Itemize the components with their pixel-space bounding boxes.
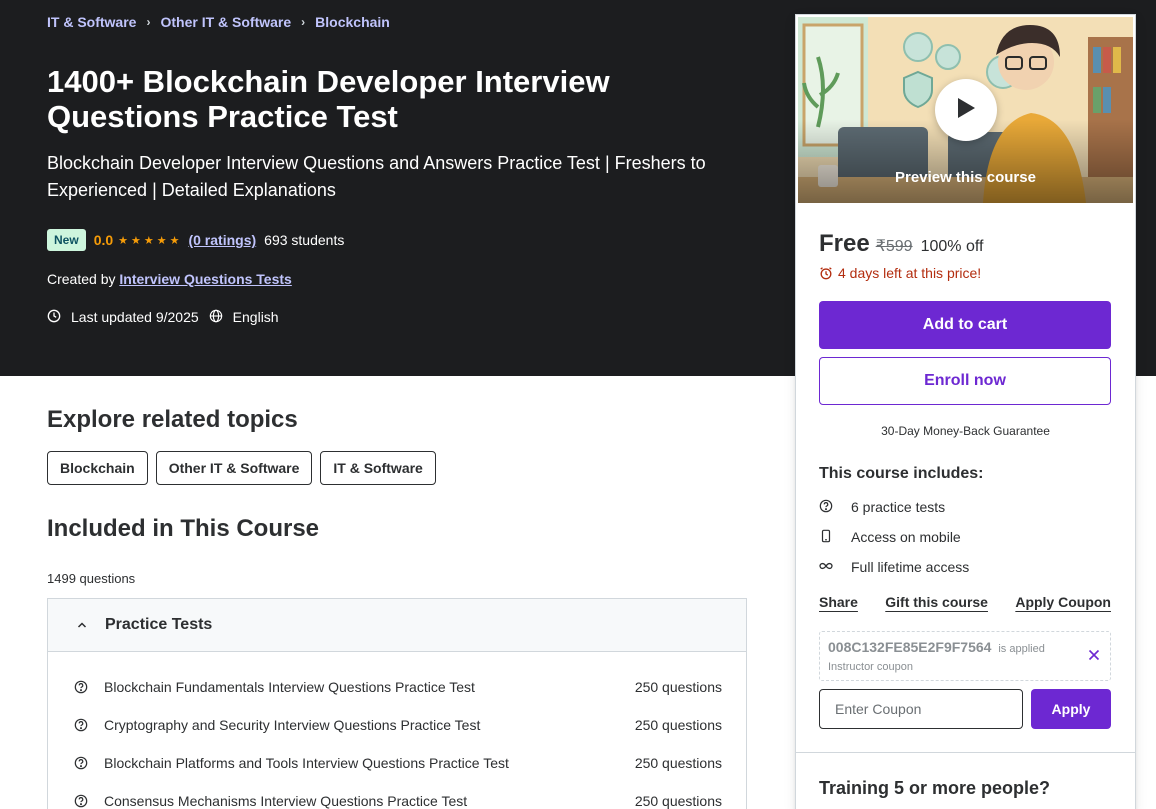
include-text: Access on mobile <box>851 529 961 545</box>
training-title: Training 5 or more people? <box>819 778 1051 798</box>
course-subtitle: Blockchain Developer Interview Questions… <box>47 153 706 200</box>
add-to-cart-button[interactable]: Add to cart <box>819 301 1111 349</box>
breadcrumb-other-it-software[interactable]: Other IT & Software <box>160 14 291 30</box>
play-icon <box>955 96 977 125</box>
question-circle-icon <box>74 794 88 808</box>
practice-tests-header[interactable]: Practice Tests <box>48 599 746 652</box>
chevron-up-icon <box>76 619 88 631</box>
applied-coupon: 008C132FE85E2F9F7564 is applied Instruct… <box>819 631 1111 681</box>
share-link[interactable]: Share <box>819 594 858 610</box>
test-name: Consensus Mechanisms Interview Questions… <box>104 793 468 809</box>
enroll-now-button[interactable]: Enroll now <box>819 357 1111 405</box>
apply-coupon-button[interactable]: Apply <box>1031 689 1111 729</box>
course-title: 1400+ Blockchain Developer Interview Que… <box>47 64 610 134</box>
test-row[interactable]: Consensus Mechanisms Interview Questions… <box>48 782 746 809</box>
timer-text: 4 days left at this price! <box>838 265 982 281</box>
topic-it-software[interactable]: IT & Software <box>320 451 436 485</box>
question-circle-icon <box>74 718 88 732</box>
include-item: 6 practice tests <box>819 499 945 515</box>
divider <box>796 752 1135 753</box>
question-count: 1499 questions <box>47 571 136 586</box>
price-timer: 4 days left at this price! <box>819 265 981 281</box>
test-question-count: 250 questions <box>634 679 722 695</box>
breadcrumb-blockchain[interactable]: Blockchain <box>315 14 390 30</box>
rating-row: New 0.0 ★★★★★ (0 ratings) 693 students <box>47 229 344 251</box>
money-back-guarantee: 30-Day Money-Back Guarantee <box>881 424 1050 438</box>
related-topics: Blockchain Other IT & Software IT & Soft… <box>47 451 436 485</box>
created-by: Created by Interview Questions Tests <box>47 271 292 287</box>
close-icon[interactable] <box>1087 648 1101 662</box>
chevron-right-icon: › <box>146 15 151 29</box>
mobile-icon <box>819 529 835 545</box>
discount-percent: 100% off <box>920 238 984 255</box>
ratings-link[interactable]: (0 ratings) <box>188 232 256 248</box>
section-label: Practice Tests <box>105 616 213 633</box>
included-title: Included in This Course <box>47 515 320 542</box>
preview-label: Preview this course <box>895 169 1036 186</box>
test-row[interactable]: Blockchain Platforms and Tools Interview… <box>48 744 746 782</box>
include-text: Full lifetime access <box>851 559 970 575</box>
test-name: Cryptography and Security Interview Ques… <box>104 717 481 733</box>
coupon-type: Instructor coupon <box>828 661 913 673</box>
purchase-sidebar: Preview this course Free ₹599 100% off 4… <box>795 14 1136 809</box>
coupon-input[interactable] <box>819 689 1023 729</box>
question-circle-icon <box>74 680 88 694</box>
breadcrumb-it-software[interactable]: IT & Software <box>47 14 136 30</box>
globe-icon <box>209 309 225 325</box>
topic-blockchain[interactable]: Blockchain <box>47 451 148 485</box>
instructor-link[interactable]: Interview Questions Tests <box>119 271 291 287</box>
student-count: 693 students <box>264 232 345 248</box>
last-updated: Last updated 9/2025 <box>71 309 199 325</box>
topic-other-it-software[interactable]: Other IT & Software <box>155 451 313 485</box>
coupon-code: 008C132FE85E2F9F7564 <box>828 639 992 655</box>
test-row[interactable]: Cryptography and Security Interview Ques… <box>48 706 746 744</box>
price-row: Free ₹599 100% off <box>819 230 983 258</box>
course-meta: Last updated 9/2025 English <box>47 309 279 325</box>
test-question-count: 250 questions <box>634 755 722 771</box>
breadcrumb: IT & Software › Other IT & Software › Bl… <box>47 14 390 30</box>
created-by-label: Created by <box>47 271 116 287</box>
rating-value: 0.0 <box>93 232 114 248</box>
question-circle-icon <box>819 499 835 515</box>
alarm-icon <box>819 266 833 280</box>
sidebar-links: Share Gift this course Apply Coupon <box>819 594 1111 610</box>
chevron-right-icon: › <box>301 15 306 29</box>
test-name: Blockchain Fundamentals Interview Questi… <box>104 679 475 695</box>
course-preview[interactable]: Preview this course <box>798 17 1133 203</box>
include-text: 6 practice tests <box>851 499 946 515</box>
current-price: Free <box>819 230 870 257</box>
test-name: Blockchain Platforms and Tools Interview… <box>104 755 509 771</box>
include-item: Full lifetime access <box>819 559 969 575</box>
test-question-count: 250 questions <box>634 717 722 733</box>
explore-title: Explore related topics <box>47 406 298 433</box>
gift-course-link[interactable]: Gift this course <box>885 594 988 610</box>
test-question-count: 250 questions <box>634 793 722 809</box>
coupon-applied-text: is applied <box>998 643 1045 655</box>
practice-tests-accordion: Practice Tests Blockchain Fundamentals I… <box>47 598 747 809</box>
test-row[interactable]: Blockchain Fundamentals Interview Questi… <box>48 668 746 706</box>
new-badge: New <box>47 229 86 251</box>
course-language: English <box>232 309 279 325</box>
infinity-icon <box>819 559 835 575</box>
question-circle-icon <box>74 756 88 770</box>
original-price: ₹599 <box>875 238 913 255</box>
includes-title: This course includes: <box>819 465 984 482</box>
clock-icon <box>47 309 63 325</box>
star-rating-icon: ★★★★★ <box>118 234 183 247</box>
include-item: Access on mobile <box>819 529 961 545</box>
apply-coupon-link[interactable]: Apply Coupon <box>1015 594 1111 610</box>
play-button[interactable] <box>935 79 997 141</box>
